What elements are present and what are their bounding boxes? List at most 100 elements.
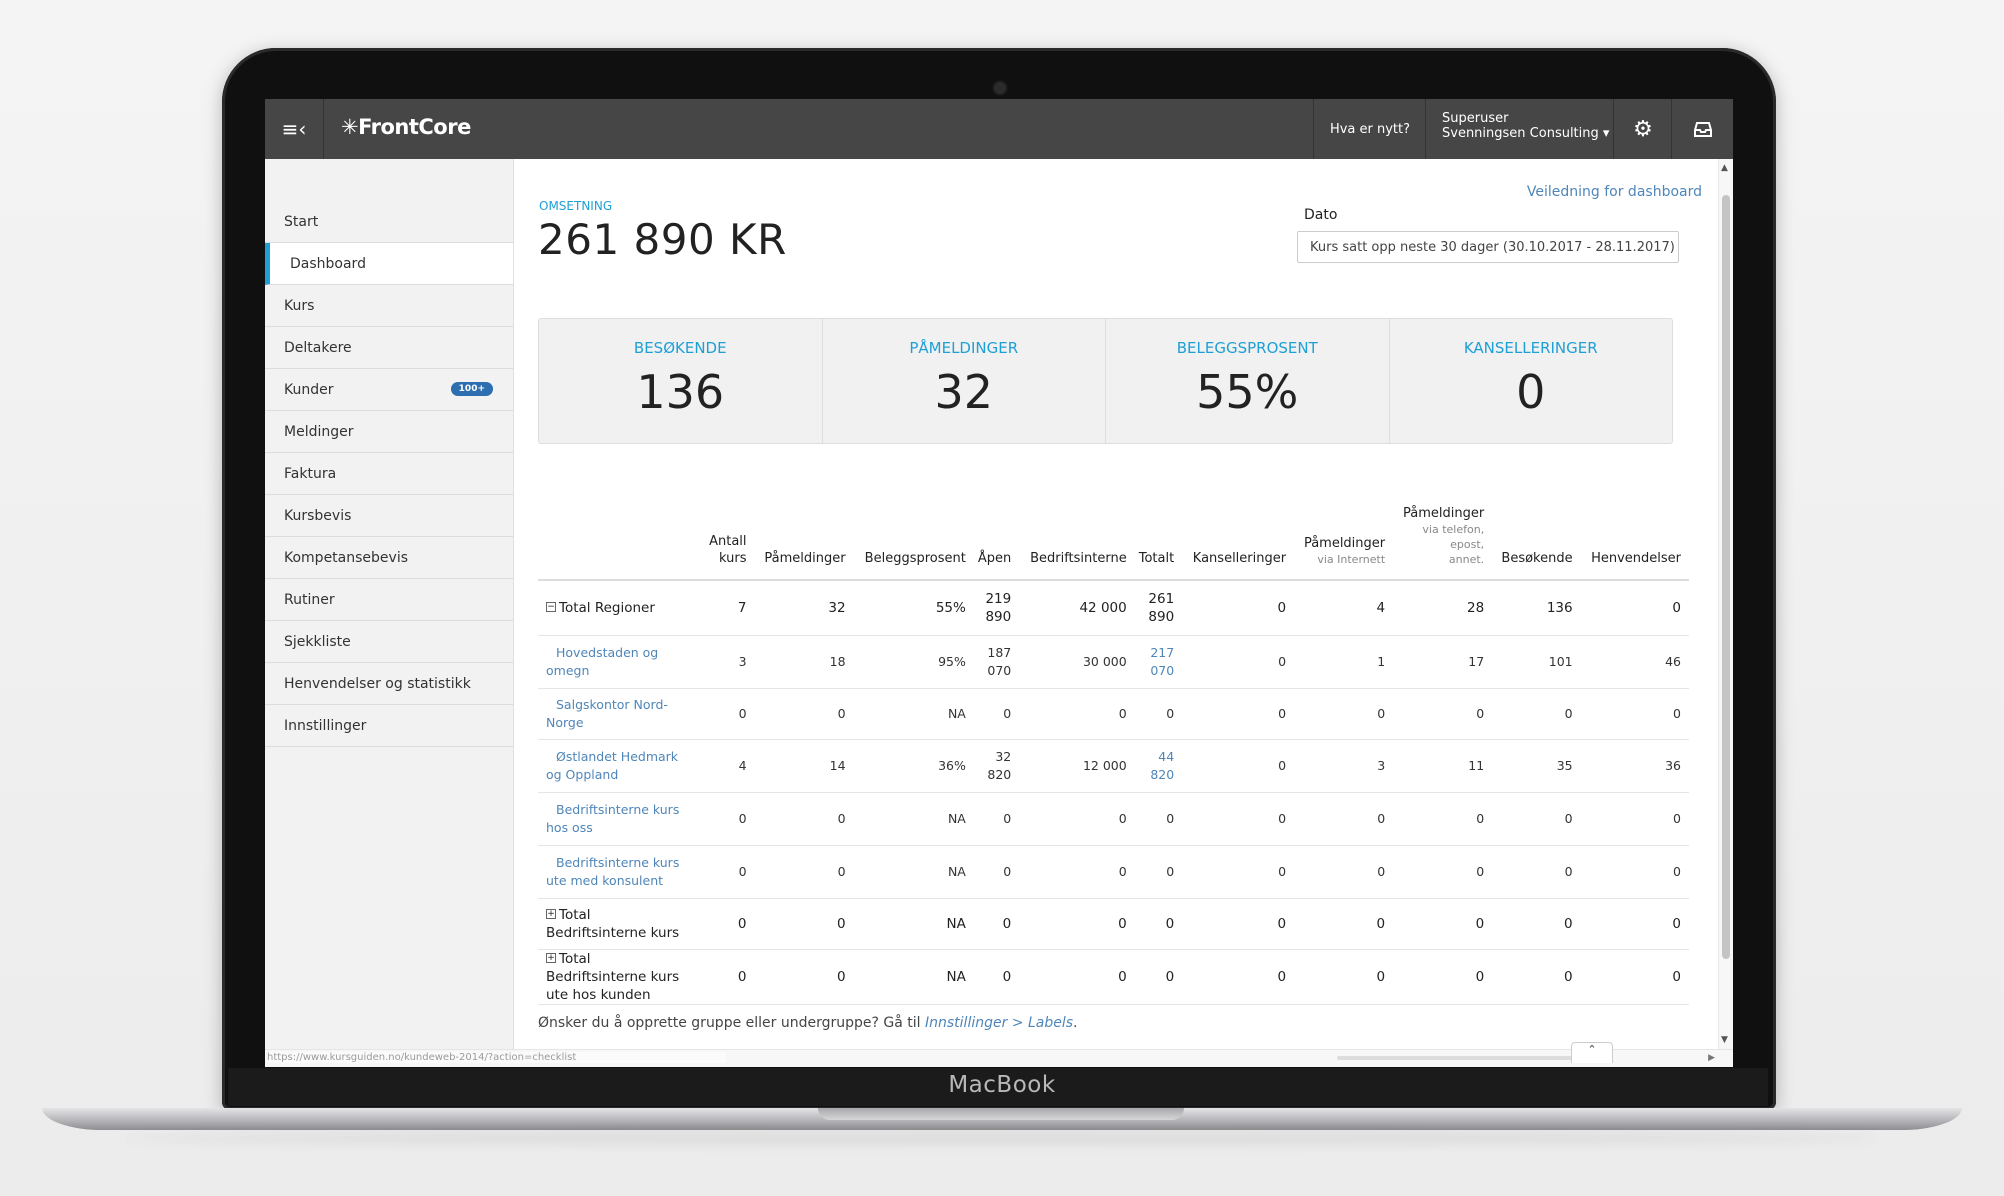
table-cell: 0 [702,845,755,899]
table-cell: 0 [1134,792,1183,846]
stat-label: BESØKENDE [633,339,727,357]
table-cell: 11 [1393,739,1493,793]
table-cell: 0 [1294,898,1394,950]
table-cell: NA [853,688,974,740]
scrollbar-thumb[interactable] [1722,195,1730,959]
row-label: Total Bedriftsinterne kurs ute hos kunde… [546,950,680,1003]
column-header[interactable]: Antall kurs [702,505,755,581]
row-name[interactable]: Bedriftsinterne kurs ute med konsulent [538,845,702,899]
whats-new-link[interactable]: Hva er nytt? [1313,99,1426,159]
date-range-select[interactable]: Kurs satt opp neste 30 dager (30.10.2017… [1297,231,1679,263]
column-header[interactable]: Totalt [1134,505,1183,581]
settings-button[interactable]: ⚙ [1613,99,1672,159]
sidebar-item-kunder[interactable]: Kunder 100+ [265,369,513,411]
column-header[interactable]: Kanselleringer [1182,505,1295,581]
scroll-right-icon[interactable]: ▶ [1708,1053,1715,1063]
toggle-icon[interactable]: − [546,601,556,612]
row-link[interactable]: Salgskontor Nord-Norge [546,697,668,730]
row-link[interactable]: Bedriftsinterne kurs ute med konsulent [546,855,679,888]
sidebar-item-label: Kurs [284,297,315,314]
table-row: Bedriftsinterne kurs hos oss 0 0 NA 0 0 0 0 0 0 0 0 [538,792,1689,846]
sidebar-item-rutiner[interactable]: Rutiner [265,579,513,621]
table-body: − Total Regioner 7 32 55% 219 890 42 000 261 89… [538,580,1689,1005]
row-name[interactable]: − Total Regioner [538,580,702,636]
table-cell: 0 [1019,949,1135,1005]
table-cell: 0 [1580,845,1689,899]
vertical-scrollbar[interactable]: ▲ ▼ [1718,159,1733,1049]
footnote-text: Ønsker du å opprette gruppe eller underg… [538,1015,925,1031]
table-cell: 0 [1182,635,1295,689]
laptop-shadow [120,1132,1884,1144]
table-cell: 0 [1182,792,1295,846]
sidebar-item-kompetansebevis[interactable]: Kompetansebevis [265,537,513,579]
scroll-down-icon[interactable]: ▼ [1721,1035,1728,1045]
table-cell: 0 [702,949,755,1005]
sidebar-item-henvendelser-og-statistikk[interactable]: Henvendelser og statistikk [265,663,513,705]
sidebar-item-kurs[interactable]: Kurs [265,285,513,327]
sidebar-item-dashboard[interactable]: Dashboard [265,243,513,285]
user-menu[interactable]: Superuser Svenningsen Consulting ▾ [1425,99,1614,159]
column-header[interactable]: Påmeldinger via Internett [1294,505,1394,581]
sidebar-item-innstillinger[interactable]: Innstillinger [265,705,513,747]
stat-value: 136 [636,365,725,419]
column-header[interactable]: Åpen [973,505,1020,581]
table-cell: NA [853,845,974,899]
column-header[interactable]: Besøkende [1492,505,1581,581]
table-header-row: Antall kurs Påmeldinger Beleggsprosent Åpen B… [538,505,1689,581]
settings-labels-link[interactable]: Innstillinger > Labels [925,1015,1073,1031]
sidebar-item-start[interactable]: Start [265,201,513,243]
row-name[interactable]: + Total Bedriftsinterne kurs [538,898,702,950]
sidebar-item-sjekkliste[interactable]: Sjekkliste [265,621,513,663]
chevron-up-icon: ⌃ [1587,1043,1597,1056]
table-cell: 0 [1019,898,1135,950]
count-badge: 100+ [450,382,493,396]
menu-toggle-button[interactable]: ≡‹ [265,99,324,159]
table-row: + Total Bedriftsinterne kurs 0 0 NA 0 0 0 0 0 0 0 0 [538,898,1689,950]
column-header-label: Kanselleringer [1192,551,1287,566]
table-cell: 0 [1182,898,1295,950]
sidebar-item-meldinger[interactable]: Meldinger [265,411,513,453]
table-cell: 0 [754,949,854,1005]
table-cell: 32 [754,580,854,636]
table-cell: 0 [1182,580,1295,636]
table-cell: 4 [1294,580,1394,636]
hamburger-collapse-icon: ≡‹ [281,117,307,141]
table-cell: 0 [1294,792,1394,846]
stat-card: KANSELLERINGER 0 [1390,319,1673,443]
back-to-top-button[interactable]: ⌃ [1571,1042,1613,1063]
stat-card: PÅMELDINGER 32 [823,319,1106,443]
column-header[interactable]: Bedriftsinterne [1019,505,1135,581]
column-header[interactable]: Beleggsprosent [853,505,974,581]
app-logo[interactable]: ✳FrontCore [341,115,471,139]
table-cell: 0 [1393,792,1493,846]
table-cell: 0 [1019,688,1135,740]
row-name[interactable]: Østlandet Hedmark og Oppland [538,739,702,793]
row-name[interactable]: Hovedstaden og omegn [538,635,702,689]
inbox-button[interactable] [1671,99,1733,159]
table-cell: 0 [973,688,1020,740]
sidebar-item-deltakere[interactable]: Deltakere [265,327,513,369]
row-link[interactable]: Hovedstaden og omegn [546,645,658,678]
row-name[interactable]: + Total Bedriftsinterne kurs ute hos kund… [538,949,702,1005]
row-name[interactable]: Salgskontor Nord-Norge [538,688,702,740]
column-header[interactable]: Påmeldinger via telefon, epost, annet. [1393,505,1493,581]
scroll-up-icon[interactable]: ▲ [1721,163,1728,173]
stat-value: 32 [934,365,994,419]
toggle-icon[interactable]: + [546,952,556,963]
row-link[interactable]: Bedriftsinterne kurs hos oss [546,802,679,835]
table-cell: 0 [973,845,1020,899]
column-header[interactable]: Påmeldinger [754,505,854,581]
dashboard-main: OMSETNING 261 890 KR Veiledning for dash… [514,159,1733,1067]
row-link[interactable]: Østlandet Hedmark og Oppland [546,749,678,782]
inbox-icon [1694,121,1712,137]
sidebar-item-label: Innstillinger [284,717,367,734]
table-cell: 42 000 [1019,580,1135,636]
toggle-icon[interactable]: + [546,908,556,919]
sidebar-item-faktura[interactable]: Faktura [265,453,513,495]
column-header[interactable]: Henvendelser [1580,505,1689,581]
dashboard-guide-link[interactable]: Veiledning for dashboard [1527,184,1702,200]
table-cell: 0 [702,688,755,740]
table-cell: 17 [1393,635,1493,689]
row-name[interactable]: Bedriftsinterne kurs hos oss [538,792,702,846]
sidebar-item-kursbevis[interactable]: Kursbevis [265,495,513,537]
